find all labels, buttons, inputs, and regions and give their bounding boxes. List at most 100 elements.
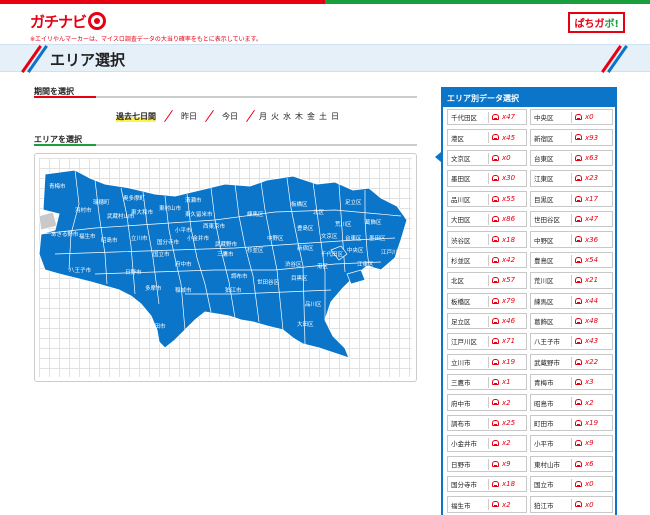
map-region-label[interactable]: 福生市	[79, 232, 96, 240]
area-item[interactable]: 練馬区 x44	[530, 292, 613, 309]
map-region-label[interactable]: 新宿区	[297, 244, 314, 252]
map-region-label[interactable]: 小平市	[175, 226, 192, 234]
gachinavi-logo[interactable]: ガチナビ	[30, 10, 107, 32]
day-option-sat[interactable]: 土	[319, 111, 327, 122]
map-region-label[interactable]: 杉並区	[247, 246, 264, 254]
map-region-label[interactable]: 中央区	[347, 246, 364, 254]
map-region-label[interactable]: 昭島市	[101, 236, 118, 244]
area-item[interactable]: 杉並区 x42	[447, 251, 527, 269]
map-region-label[interactable]: 小金井市	[187, 234, 210, 242]
area-item[interactable]: 八王子市 x43	[530, 333, 613, 350]
area-item[interactable]: 福生市 x2	[447, 496, 527, 513]
area-item[interactable]: 日野市 x9	[447, 455, 527, 473]
area-item[interactable]: 目黒区 x17	[530, 190, 613, 207]
map-region-label[interactable]: 東大和市	[131, 208, 154, 216]
map-region-label[interactable]: 大田区	[297, 320, 314, 328]
map-region-label[interactable]: 西東京市	[203, 222, 226, 230]
map-region-label[interactable]: 世田谷区	[257, 278, 280, 286]
day-option-mon[interactable]: 月	[259, 111, 267, 122]
map-region-label[interactable]: 多摩市	[145, 284, 162, 292]
area-item[interactable]: 墨田区 x30	[447, 170, 527, 187]
day-option-fri[interactable]: 金	[307, 111, 315, 122]
area-item[interactable]: 足立区 x46	[447, 312, 527, 330]
map-region-label[interactable]: 八王子市	[69, 266, 92, 274]
map-region-label[interactable]: 立川市	[131, 234, 148, 242]
map-region-label[interactable]: 渋谷区	[285, 260, 302, 268]
map-region-label[interactable]: 羽村市	[75, 206, 92, 214]
map-region-label[interactable]: 港区	[317, 262, 329, 270]
map-region-label[interactable]: 荒川区	[335, 220, 352, 228]
area-item[interactable]: 青梅市 x3	[530, 374, 613, 391]
map-region-label[interactable]: 江東区	[357, 260, 374, 268]
area-item[interactable]: 大田区 x86	[447, 210, 527, 228]
map-region-label[interactable]: 板橋区	[291, 200, 308, 208]
day-option-tue[interactable]: 火	[271, 111, 279, 122]
day-option-wed[interactable]: 水	[283, 111, 291, 122]
area-item[interactable]: 江東区 x23	[530, 170, 613, 187]
area-item[interactable]: 中央区 x0	[530, 109, 613, 126]
area-item[interactable]: 文京区 x0	[447, 149, 527, 167]
map-region-label[interactable]: 足立区	[345, 198, 362, 206]
area-item[interactable]: 小平市 x9	[530, 435, 613, 452]
tokyo-map-svg[interactable]: 青梅市羽村市瑞穂町奥多摩町武蔵村山市東大和市東村山市清瀬市東久留米市あきる野市福…	[35, 154, 418, 383]
map-region-label[interactable]: 北区	[313, 208, 325, 216]
map-region-label[interactable]: 中野区	[267, 234, 284, 242]
area-item[interactable]: 狛江市 x0	[530, 496, 613, 513]
area-item[interactable]: 品川区 x55	[447, 190, 527, 207]
area-item[interactable]: 豊島区 x54	[530, 251, 613, 269]
map-region-label[interactable]: 狛江市	[225, 286, 242, 294]
area-item[interactable]: 府中市 x2	[447, 394, 527, 411]
map-region-label[interactable]: 葛飾区	[365, 218, 382, 226]
map-region-label[interactable]: 国立市	[153, 250, 170, 258]
map-region-label[interactable]: 日野市	[125, 268, 142, 276]
map-region-label[interactable]: 東村山市	[159, 204, 182, 212]
area-item[interactable]: 荒川区 x21	[530, 272, 613, 289]
map-region-label[interactable]: 文京区	[321, 232, 338, 240]
area-item[interactable]: 昭島市 x2	[530, 394, 613, 411]
area-item[interactable]: 台東区 x63	[530, 149, 613, 167]
map-region-label[interactable]: 青梅市	[49, 182, 66, 190]
map-region-label[interactable]: 稲城市	[175, 286, 192, 294]
area-item[interactable]: 中野区 x36	[530, 231, 613, 248]
map-region-label[interactable]: 町田市	[149, 322, 166, 330]
area-item[interactable]: 世田谷区 x47	[530, 210, 613, 228]
map-region-label[interactable]: 江戸川区	[381, 249, 404, 256]
area-item[interactable]: 渋谷区 x18	[447, 231, 527, 248]
pachigabo-logo[interactable]: ぱちガボ!	[568, 12, 625, 33]
area-item[interactable]: 葛飾区 x48	[530, 312, 613, 330]
area-item[interactable]: 東村山市 x6	[530, 455, 613, 473]
area-item[interactable]: 港区 x45	[447, 129, 527, 146]
area-item[interactable]: 北区 x57	[447, 272, 527, 289]
map-region-label[interactable]: 瑞穂町	[93, 198, 110, 206]
area-item[interactable]: 三鷹市 x1	[447, 374, 527, 391]
area-item[interactable]: 新宿区 x93	[530, 129, 613, 146]
area-item[interactable]: 国立市 x0	[530, 476, 613, 493]
map-region-label[interactable]: 練馬区	[247, 210, 264, 218]
area-item[interactable]: 江戸川区 x71	[447, 333, 527, 350]
map-region-label[interactable]: 清瀬市	[185, 196, 202, 204]
map-region-label[interactable]: 三鷹市	[217, 250, 234, 258]
map-region-label[interactable]: 品川区	[305, 301, 322, 308]
period-option-today[interactable]: 今日	[222, 111, 238, 122]
area-item[interactable]: 武蔵野市 x22	[530, 353, 613, 371]
area-item[interactable]: 町田市 x19	[530, 414, 613, 432]
day-option-sun[interactable]: 日	[331, 111, 339, 122]
map-region-label[interactable]: 千代田区	[321, 250, 344, 258]
map-region-label[interactable]: 府中市	[175, 260, 192, 268]
period-option-yesterday[interactable]: 昨日	[181, 111, 197, 122]
day-option-thu[interactable]: 木	[295, 111, 303, 122]
map-region-label[interactable]: 国分寺市	[157, 238, 180, 246]
area-item[interactable]: 国分寺市 x18	[447, 476, 527, 493]
map-region-label[interactable]: 墨田区	[369, 235, 386, 242]
map-region-label[interactable]: 武蔵野市	[215, 240, 238, 248]
map-region-label[interactable]: 目黒区	[291, 275, 308, 282]
map-region-label[interactable]: 台東区	[345, 234, 362, 242]
map-region-label[interactable]: あきる野市	[51, 230, 79, 238]
map-region-label[interactable]: 東久留米市	[185, 210, 213, 218]
period-option-past7[interactable]: 過去七日間	[116, 110, 156, 122]
area-item[interactable]: 小金井市 x2	[447, 435, 527, 452]
map-region-label[interactable]: 奥多摩町	[123, 194, 146, 202]
area-item[interactable]: 板橋区 x79	[447, 292, 527, 309]
area-item[interactable]: 立川市 x19	[447, 353, 527, 371]
map-region-label[interactable]: 豊島区	[297, 224, 314, 232]
